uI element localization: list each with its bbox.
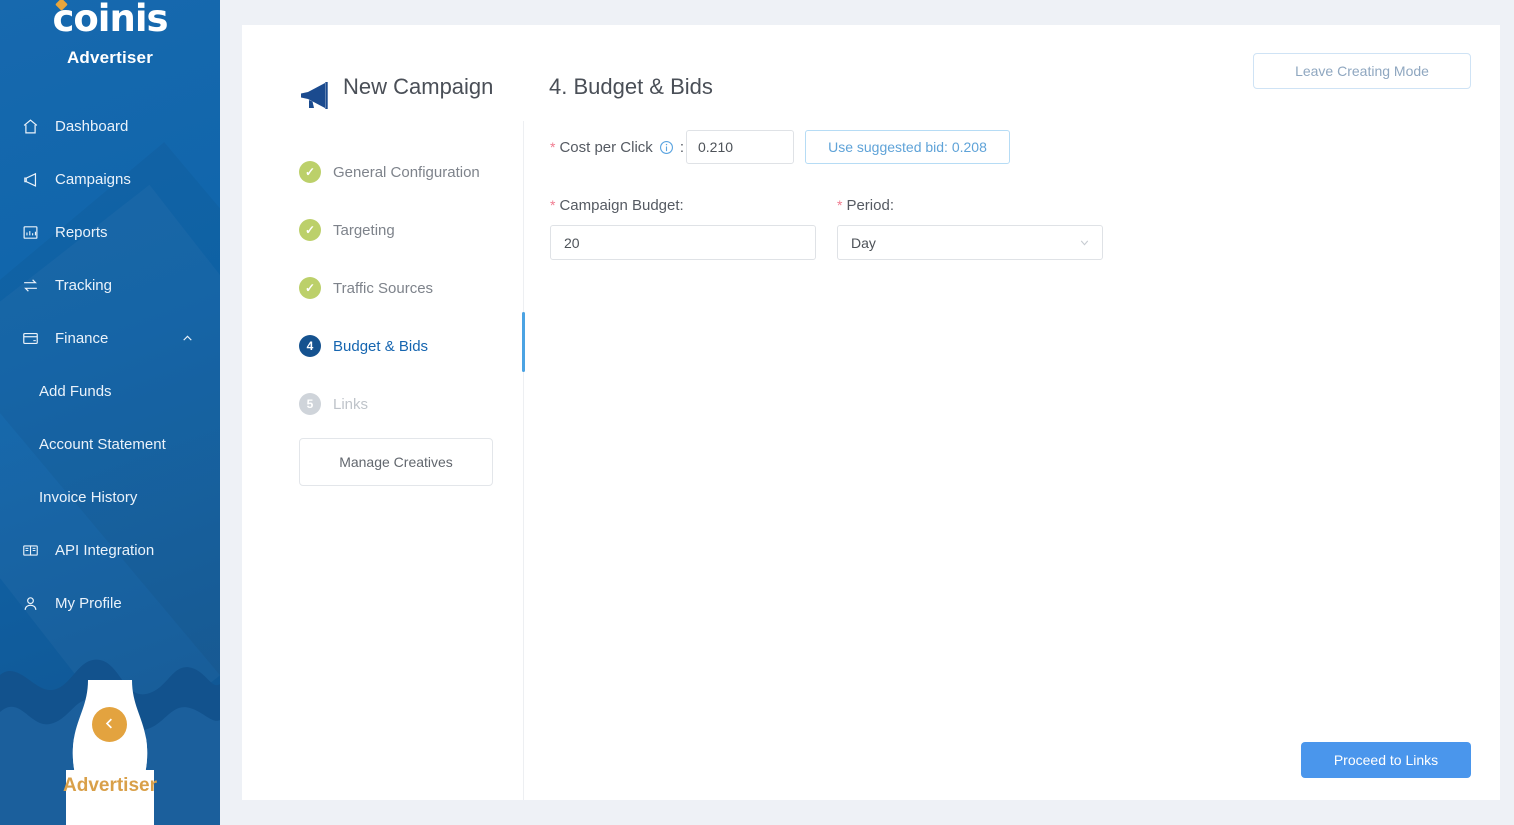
sidebar-item-label: Reports bbox=[55, 224, 108, 241]
step-number-badge: 5 bbox=[299, 393, 321, 415]
sidebar-item-reports[interactable]: Reports bbox=[0, 206, 220, 259]
logo-text: coinis bbox=[52, 0, 168, 40]
sidebar-item-label: My Profile bbox=[55, 595, 122, 612]
sidebar-item-campaigns[interactable]: Campaigns bbox=[0, 153, 220, 206]
required-marker: * bbox=[550, 197, 556, 213]
sidebar-nav: Dashboard Campaigns Reports Tracking Fin… bbox=[0, 100, 220, 630]
campaign-budget-label-wrap: * Campaign Budget : bbox=[550, 195, 816, 215]
step-label: Traffic Sources bbox=[333, 279, 434, 297]
step-budget-and-bids[interactable]: 4 Budget & Bids bbox=[299, 317, 509, 375]
step-title: 4. Budget & Bids bbox=[549, 74, 713, 99]
cost-per-click-row: * Cost per Click : Use suggested bid: 0.… bbox=[550, 130, 1103, 164]
sidebar-item-finance[interactable]: Finance bbox=[0, 312, 220, 365]
cost-per-click-label: Cost per Click bbox=[559, 138, 653, 156]
proceed-to-links-button[interactable]: Proceed to Links bbox=[1301, 742, 1471, 778]
bar-chart-icon bbox=[22, 224, 46, 241]
period-colon: : bbox=[889, 196, 894, 214]
sidebar-item-label: Campaigns bbox=[55, 171, 131, 188]
chevron-left-icon bbox=[102, 716, 117, 734]
sidebar-item-tracking[interactable]: Tracking bbox=[0, 259, 220, 312]
required-marker: * bbox=[837, 197, 843, 213]
vertical-divider bbox=[523, 121, 524, 800]
step-traffic-sources[interactable]: ✓ Traffic Sources bbox=[299, 259, 509, 317]
info-circle-icon[interactable] bbox=[659, 140, 674, 155]
sidebar-item-api-integration[interactable]: API Integration bbox=[0, 524, 220, 577]
step-label: Budget & Bids bbox=[333, 337, 429, 355]
sidebar-item-add-funds[interactable]: Add Funds bbox=[0, 365, 220, 418]
user-icon bbox=[22, 595, 46, 612]
sidebar-item-my-profile[interactable]: My Profile bbox=[0, 577, 220, 630]
step-targeting[interactable]: ✓ Targeting bbox=[299, 201, 509, 259]
sidebar-item-label: API Integration bbox=[55, 542, 155, 559]
leave-creating-mode-button[interactable]: Leave Creating Mode bbox=[1253, 53, 1471, 89]
sidebar-item-account-statement[interactable]: Account Statement bbox=[0, 418, 220, 471]
chevron-up-icon bbox=[181, 332, 194, 345]
period-label: Period bbox=[846, 196, 890, 214]
megaphone-icon bbox=[22, 171, 46, 188]
check-icon: ✓ bbox=[299, 277, 321, 299]
active-step-indicator bbox=[522, 312, 525, 372]
sidebar-item-invoice-history[interactable]: Invoice History bbox=[0, 471, 220, 524]
page-title: New Campaign bbox=[343, 74, 494, 99]
campaign-budget-label: Campaign Budget bbox=[559, 196, 680, 214]
campaign-budget-colon: : bbox=[679, 196, 684, 214]
period-label-wrap: * Period : bbox=[837, 195, 1103, 215]
step-list: ✓ General Configuration ✓ Targeting ✓ Tr… bbox=[299, 143, 509, 433]
cost-per-click-input[interactable] bbox=[685, 130, 794, 164]
period-select-wrap: Day bbox=[837, 225, 1103, 260]
step-label: General Configuration bbox=[333, 163, 480, 181]
check-icon: ✓ bbox=[299, 219, 321, 241]
campaign-budget-input[interactable] bbox=[550, 225, 816, 260]
swap-arrows-icon bbox=[22, 277, 46, 294]
sidebar-subitem-label: Invoice History bbox=[39, 489, 138, 506]
step-label: Targeting bbox=[333, 221, 395, 239]
home-icon bbox=[22, 118, 46, 135]
sidebar-item-label: Tracking bbox=[55, 277, 112, 294]
content-card: New Campaign 4. Budget & Bids Leave Crea… bbox=[242, 25, 1500, 800]
card-header: New Campaign 4. Budget & Bids Leave Crea… bbox=[242, 25, 1500, 117]
cost-per-click-colon: : bbox=[679, 138, 684, 156]
sidebar-item-label: Dashboard bbox=[55, 118, 129, 135]
budget-period-row: * Campaign Budget : * Period : bbox=[550, 195, 1103, 260]
main-area: New Campaign 4. Budget & Bids Leave Crea… bbox=[220, 0, 1514, 825]
use-suggested-bid-button[interactable]: Use suggested bid: 0.208 bbox=[804, 130, 1010, 164]
required-marker: * bbox=[550, 139, 556, 155]
campaign-budget-group: * Campaign Budget : bbox=[550, 195, 816, 260]
brand-subtitle: Advertiser bbox=[66, 48, 154, 67]
sidebar-footer-label: Advertiser bbox=[63, 775, 157, 796]
step-links[interactable]: 5 Links bbox=[299, 375, 509, 433]
period-group: * Period : Day bbox=[837, 195, 1103, 260]
budget-bids-form: * Cost per Click : Use suggested bid: 0.… bbox=[550, 130, 1103, 260]
app-root: coinis Advertiser Dashboard Campaigns Re… bbox=[0, 0, 1514, 825]
sidebar: coinis Advertiser Dashboard Campaigns Re… bbox=[0, 0, 220, 825]
book-icon bbox=[22, 542, 46, 559]
megaphone-icon bbox=[298, 81, 332, 116]
form-spacer bbox=[816, 195, 837, 260]
chevron-down-icon[interactable] bbox=[1078, 236, 1091, 254]
period-selected-value: Day bbox=[851, 234, 876, 251]
step-general-configuration[interactable]: ✓ General Configuration bbox=[299, 143, 509, 201]
manage-creatives-button[interactable]: Manage Creatives bbox=[299, 438, 493, 486]
period-select[interactable]: Day bbox=[837, 225, 1103, 260]
check-icon: ✓ bbox=[299, 161, 321, 183]
sidebar-subitem-label: Add Funds bbox=[39, 383, 112, 400]
sidebar-collapse-button[interactable] bbox=[92, 707, 127, 742]
step-label: Links bbox=[333, 395, 369, 413]
credit-card-icon bbox=[22, 330, 46, 347]
logo[interactable]: coinis bbox=[0, 0, 220, 40]
step-number-badge: 4 bbox=[299, 335, 321, 357]
sidebar-item-label: Finance bbox=[55, 330, 109, 347]
sidebar-subitem-label: Account Statement bbox=[39, 436, 166, 453]
sidebar-item-dashboard[interactable]: Dashboard bbox=[0, 100, 220, 153]
